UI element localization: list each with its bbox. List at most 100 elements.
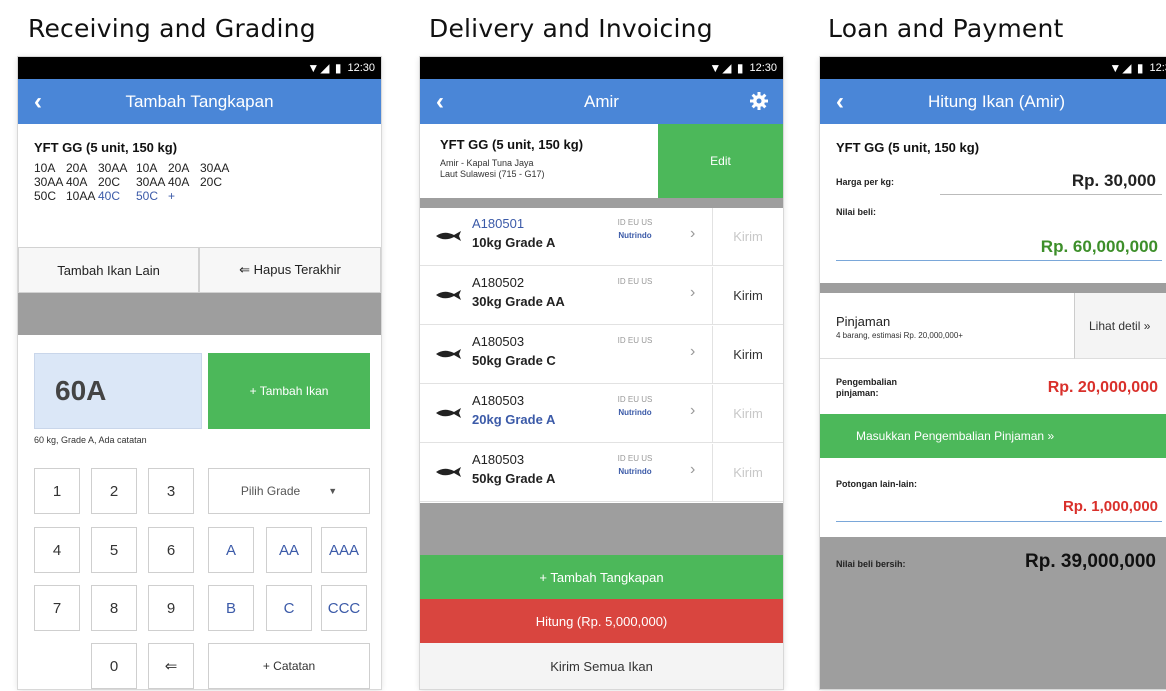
market-tags: ID EU US — [615, 336, 655, 349]
panel-title-delivery: Delivery and Invoicing — [429, 14, 713, 43]
list-item[interactable]: A180503 20kg Grade A ID EU US Nutrindo ›… — [420, 385, 783, 443]
fish-icon — [436, 290, 461, 300]
app-bar: ‹ Tambah Tangkapan — [18, 79, 381, 124]
add-note-button[interactable]: + Catatan — [208, 643, 370, 689]
back-icon[interactable]: ‹ — [18, 88, 58, 116]
current-entry-display[interactable]: 60A — [34, 353, 202, 429]
grade-entry: 30AA — [34, 175, 64, 189]
item-code: A180501 — [472, 216, 525, 231]
list-item[interactable]: A180503 50kg Grade C ID EU US › Kirim — [420, 326, 783, 384]
add-catch-button[interactable]: + Tambah Tangkapan — [420, 555, 783, 599]
item-grade: 50kg Grade A — [472, 471, 556, 486]
net-value-panel: Nilai beli bersih: Rp. 39,000,000 — [820, 537, 1166, 689]
screen-title: Tambah Tangkapan — [125, 91, 274, 111]
panel-title-receiving: Receiving and Grading — [28, 14, 316, 43]
key-4[interactable]: 4 — [34, 527, 80, 573]
list-item[interactable]: A180501 10kg Grade A ID EU US Nutrindo ›… — [420, 208, 783, 266]
item-grade: 50kg Grade C — [472, 353, 556, 368]
gear-icon[interactable] — [747, 89, 771, 113]
key-7[interactable]: 7 — [34, 585, 80, 631]
calculate-button[interactable]: Hitung (Rp. 5,000,000) — [420, 599, 783, 643]
backspace-key[interactable]: ⇐ — [148, 643, 194, 689]
chevron-right-icon[interactable]: › — [690, 284, 695, 302]
key-2[interactable]: 2 — [91, 468, 137, 514]
grade-row: 50C 10AA 40C 50C + — [34, 189, 232, 203]
app-bar: ‹ Hitung Ikan (Amir) — [820, 79, 1166, 124]
screen-title: Amir — [584, 91, 619, 111]
key-3[interactable]: 3 — [148, 468, 194, 514]
send-button[interactable]: Kirim — [712, 326, 783, 383]
net-value: Rp. 39,000,000 — [1025, 551, 1156, 572]
back-icon[interactable]: ‹ — [820, 88, 860, 116]
grade-entry: 40A — [66, 175, 88, 189]
add-other-fish-button[interactable]: Tambah Ikan Lain — [18, 247, 199, 293]
item-code: A180502 — [472, 275, 525, 290]
chevron-right-icon[interactable]: › — [690, 343, 695, 361]
entry-note: 60 kg, Grade A, Ada catatan — [34, 435, 147, 445]
add-fish-button[interactable]: + Tambah Ikan — [208, 353, 370, 429]
owner-line: Amir - Kapal Tuna Jaya — [440, 158, 534, 168]
grade-entry: 40A — [168, 175, 190, 189]
signal-icon: ▼◢ ▮ — [709, 61, 745, 75]
grade-select-label: Pilih Grade — [240, 484, 301, 498]
market-tags: ID EU US Nutrindo — [615, 454, 655, 476]
loan-detail-button[interactable]: Lihat detil » — [1074, 293, 1166, 359]
send-button[interactable]: Kirim — [712, 385, 783, 442]
app-bar: ‹ Amir — [420, 79, 783, 124]
grade-key-aa[interactable]: AA — [266, 527, 312, 573]
buyer-name: Nutrindo — [618, 231, 652, 240]
grade-entry: 20C — [200, 175, 223, 189]
chevron-right-icon[interactable]: › — [690, 225, 695, 243]
grade-entry: 40C — [98, 189, 121, 203]
market-codes: ID EU US — [617, 336, 653, 345]
other-deduction-input[interactable]: Rp. 1,000,000 — [836, 494, 1162, 522]
item-grade: 10kg Grade A — [472, 235, 556, 250]
grade-select[interactable]: Pilih Grade ▼ — [208, 468, 370, 514]
loan-row[interactable]: Pinjaman 4 barang, estimasi Rp. 20,000,0… — [820, 293, 1074, 359]
enter-repayment-button[interactable]: Masukkan Pengembalian Pinjaman » — [820, 414, 1166, 458]
send-button[interactable]: Kirim — [712, 208, 783, 265]
list-item[interactable]: A180503 50kg Grade A ID EU US Nutrindo ›… — [420, 444, 783, 502]
grade-key-ccc[interactable]: CCC — [321, 585, 367, 631]
grade-key-b[interactable]: B — [208, 585, 254, 631]
send-all-button[interactable]: Kirim Semua Ikan — [420, 643, 783, 689]
key-5[interactable]: 5 — [91, 527, 137, 573]
grade-key-a[interactable]: A — [208, 527, 254, 573]
chevron-right-icon[interactable]: › — [690, 461, 695, 479]
net-value-label: Nilai beli bersih: — [836, 559, 906, 569]
divider-band — [820, 283, 1166, 293]
add-grade-button[interactable]: + — [168, 189, 200, 203]
fish-icon — [436, 231, 461, 241]
key-6[interactable]: 6 — [148, 527, 194, 573]
delete-last-button[interactable]: ⇐ Hapus Terakhir — [199, 247, 381, 293]
grade-key-aaa[interactable]: AAA — [321, 527, 367, 573]
grade-key-c[interactable]: C — [266, 585, 312, 631]
status-bar: ▼◢ ▮ 12:30 — [420, 57, 783, 79]
fish-summary: YFT GG (5 unit, 150 kg) — [836, 140, 980, 155]
key-1[interactable]: 1 — [34, 468, 80, 514]
send-button[interactable]: Kirim — [712, 444, 783, 501]
market-tags: ID EU US Nutrindo — [615, 395, 655, 417]
price-input[interactable]: Rp. 30,000 — [940, 165, 1162, 195]
item-grade: 20kg Grade A — [472, 412, 556, 427]
fish-icon — [436, 349, 461, 359]
repay-label-1: Pengembalian — [836, 377, 898, 387]
loan-label: Pinjaman — [836, 314, 891, 329]
status-bar: ▼◢ ▮ 12:30 — [820, 57, 1166, 79]
status-time: 12:30 — [749, 62, 777, 74]
key-9[interactable]: 9 — [148, 585, 194, 631]
key-8[interactable]: 8 — [91, 585, 137, 631]
key-0[interactable]: 0 — [91, 643, 137, 689]
edit-button[interactable]: Edit — [658, 124, 783, 198]
chevron-right-icon[interactable]: › — [690, 402, 695, 420]
market-codes: ID EU US — [617, 454, 653, 463]
buy-value-input[interactable]: Rp. 60,000,000 — [836, 233, 1162, 261]
item-code: A180503 — [472, 393, 525, 408]
send-button[interactable]: Kirim — [712, 267, 783, 324]
back-icon[interactable]: ‹ — [420, 88, 460, 116]
item-code: A180503 — [472, 452, 525, 467]
list-item[interactable]: A180502 30kg Grade AA ID EU US › Kirim — [420, 267, 783, 325]
market-codes: ID EU US — [617, 395, 653, 404]
grade-row: 30AA 40A 20C 30AA 40A 20C — [34, 175, 232, 189]
divider-band — [420, 198, 783, 208]
